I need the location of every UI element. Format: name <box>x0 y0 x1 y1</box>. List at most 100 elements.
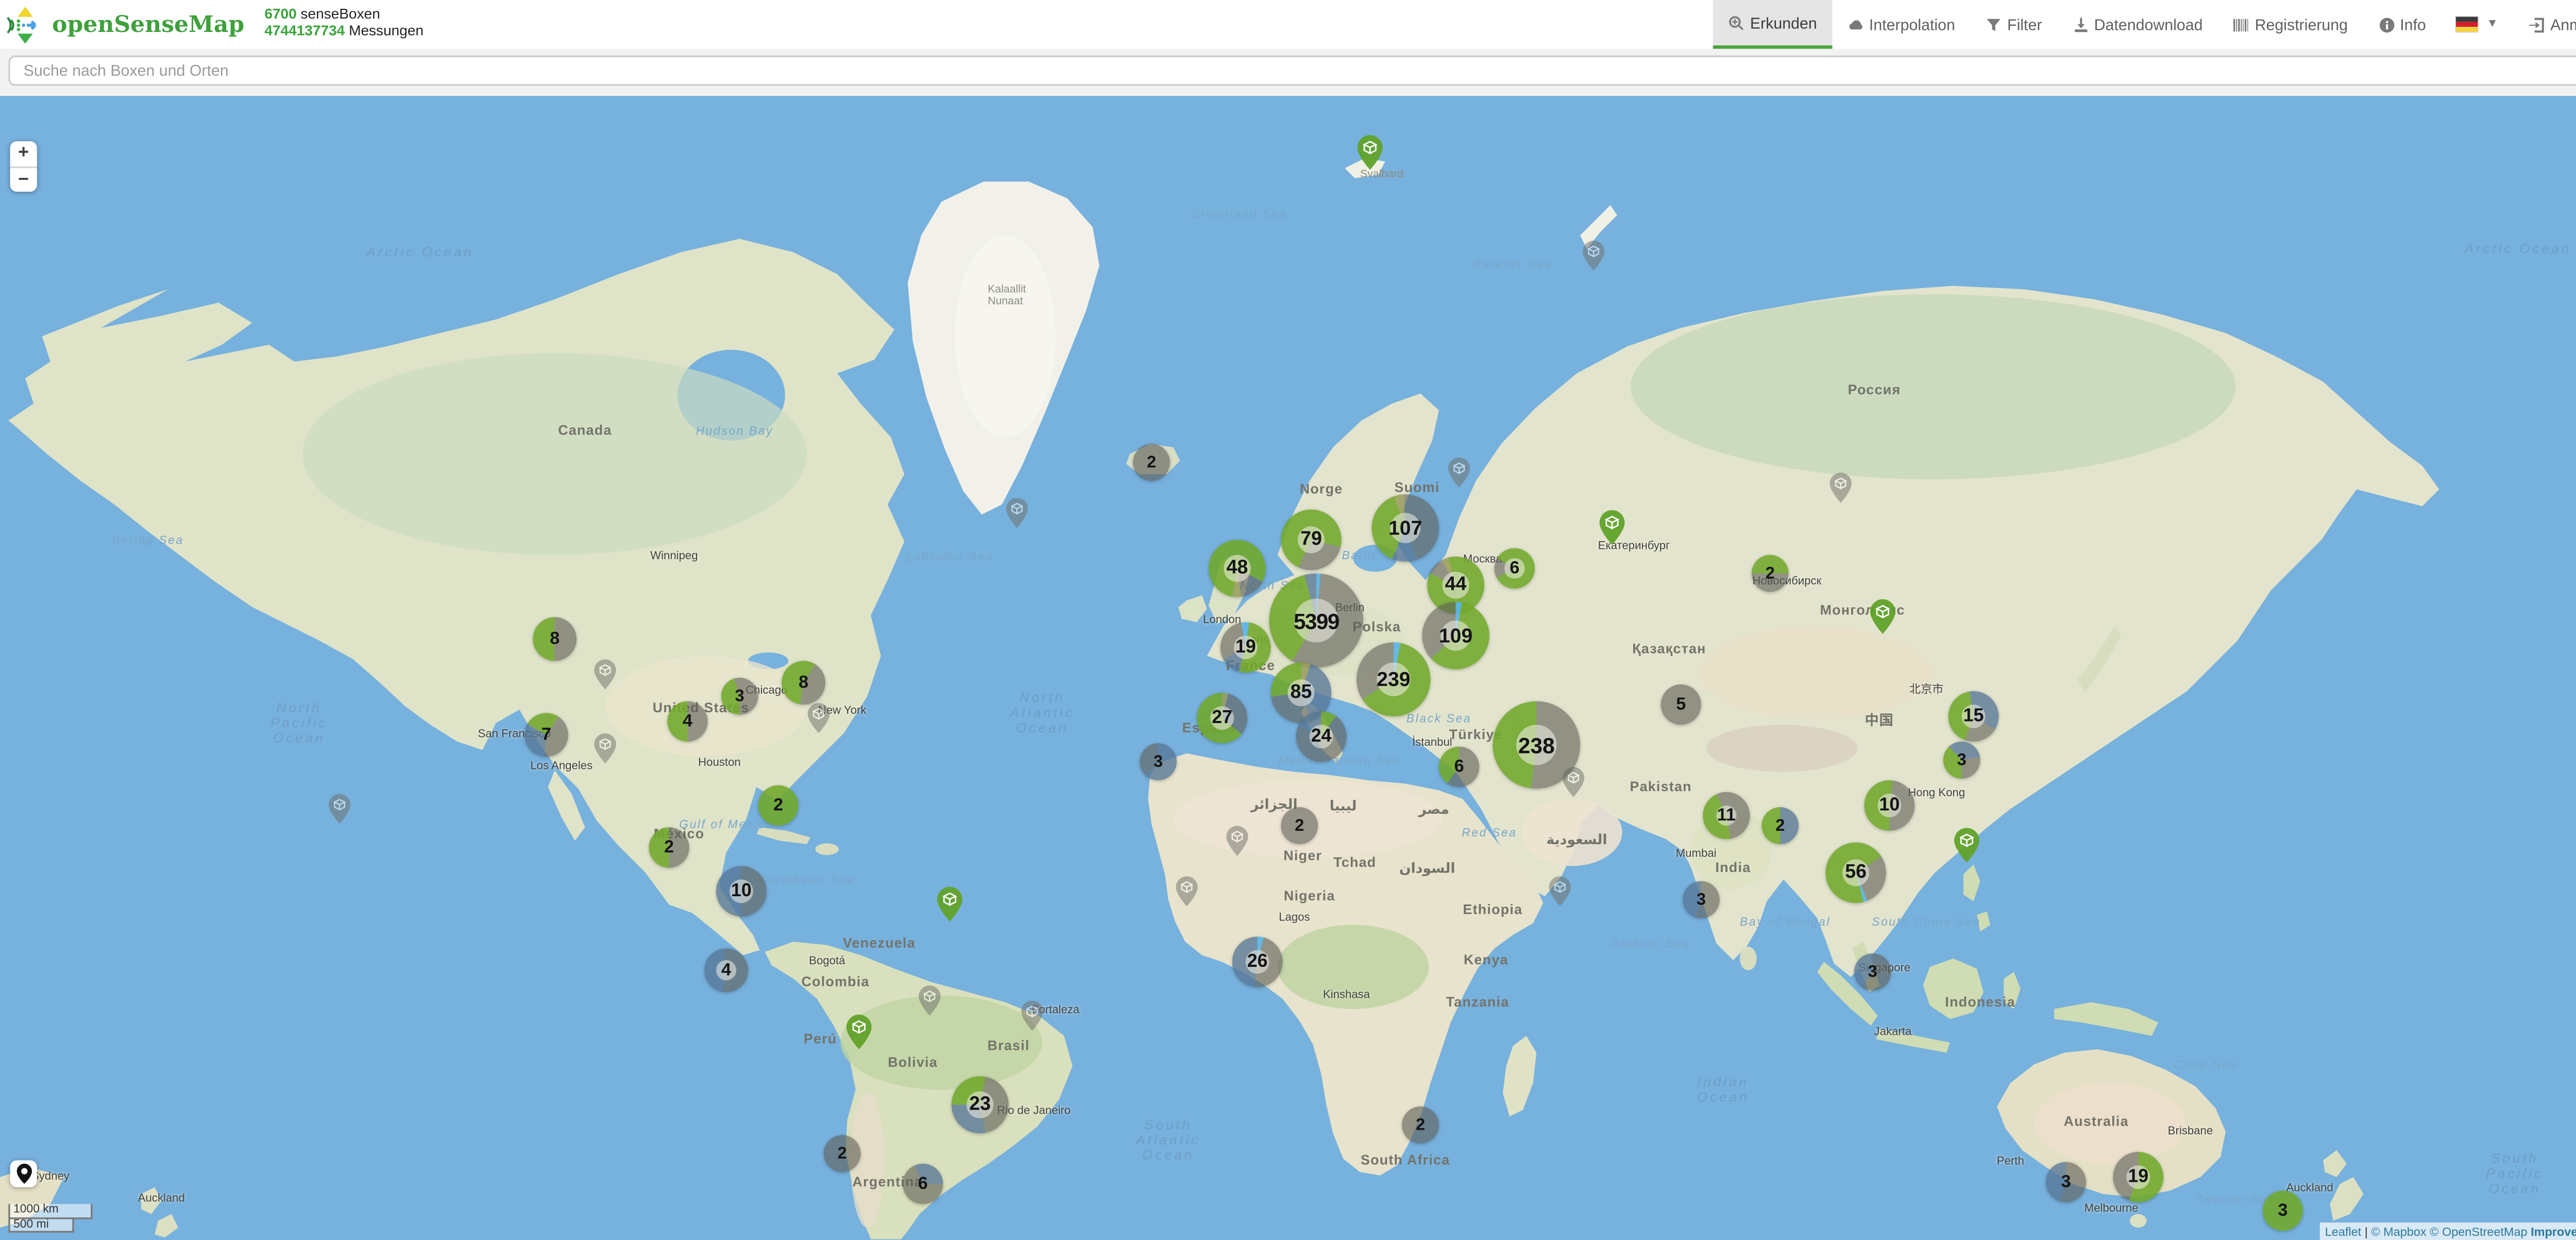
chevron-down-icon: ▼ <box>2486 19 2498 30</box>
barcode-icon <box>2233 16 2250 33</box>
sensebox-pin-gray[interactable] <box>1583 241 1604 279</box>
map-cluster[interactable]: 239 <box>1357 642 1431 716</box>
osm-link[interactable]: © OpenStreetMap <box>2430 1224 2527 1238</box>
sensebox-pin-green[interactable] <box>1954 828 1979 872</box>
nav-item-registrierung[interactable]: Registrierung <box>2218 0 2363 49</box>
nav-item-label: Datendownload <box>2094 16 2203 33</box>
nav-item-datendownload[interactable]: Datendownload <box>2057 0 2218 49</box>
sensebox-pin-gray[interactable] <box>1448 458 1470 496</box>
nav-item-anmelden[interactable]: Anmelden <box>2513 0 2576 49</box>
sensebox-pin-gray[interactable] <box>1226 826 1248 864</box>
map-cluster[interactable]: 238 <box>1493 701 1580 789</box>
map-cluster[interactable]: 3 <box>2263 1191 2303 1231</box>
map-cluster[interactable]: 2 <box>758 785 799 826</box>
map-cluster[interactable]: 2 <box>1281 807 1318 844</box>
cluster-count: 2 <box>664 837 674 858</box>
map-cluster[interactable]: 7 <box>524 713 568 757</box>
sensebox-pin-gray[interactable] <box>594 659 616 698</box>
cluster-count: 2 <box>1147 453 1156 472</box>
map-cluster[interactable]: 79 <box>1281 510 1341 570</box>
map-cluster[interactable]: 10 <box>1864 780 1914 831</box>
map-cluster[interactable]: 10 <box>716 866 767 916</box>
zoom-out-button[interactable]: − <box>10 167 37 192</box>
map-cluster[interactable]: 48 <box>1209 540 1266 597</box>
sensebox-pin-gray[interactable] <box>1176 876 1197 915</box>
scale-km: 1000 km <box>8 1204 92 1219</box>
map-cluster[interactable]: 6 <box>903 1164 943 1204</box>
zoom-in-button[interactable]: + <box>10 141 37 165</box>
sensebox-pin-gray[interactable] <box>1006 498 1028 537</box>
map-cluster[interactable]: 2 <box>824 1135 861 1172</box>
map-cluster[interactable]: 109 <box>1422 602 1489 669</box>
scale-control: 1000 km 500 mi <box>8 1204 92 1232</box>
sensebox-pin-green[interactable] <box>846 1015 872 1059</box>
map-cluster[interactable]: 107 <box>1371 494 1439 562</box>
map-cluster[interactable]: 15 <box>1948 691 1999 742</box>
sensebox-pin-gray[interactable] <box>1830 473 1852 511</box>
nav-item-filter[interactable]: Filter <box>1970 0 2057 49</box>
mapbox-link[interactable]: © Mapbox <box>2371 1224 2426 1238</box>
brand[interactable]: openSenseMap <box>0 0 244 49</box>
nav-item-label: Erkunden <box>1750 14 1817 31</box>
cluster-count: 3 <box>2061 1172 2071 1192</box>
improve-map-link[interactable]: Improve this map <box>2531 1224 2576 1238</box>
map-cluster[interactable]: 23 <box>952 1076 1009 1133</box>
map-cluster[interactable]: 2 <box>649 827 689 867</box>
sensebox-pin-green[interactable] <box>1600 511 1625 554</box>
nav-item-interpolation[interactable]: Interpolation <box>1832 0 1970 49</box>
map-cluster[interactable]: 19 <box>1221 622 1271 673</box>
map-cluster[interactable]: 3 <box>1140 743 1177 780</box>
map-cluster[interactable]: 5 <box>1661 684 1701 725</box>
map-cluster[interactable]: 5399 <box>1269 574 1363 668</box>
leaflet-link[interactable]: Leaflet <box>2325 1224 2361 1238</box>
map-canvas[interactable]: Arctic OceanArctic OceanNorthPacificOcea… <box>0 96 2576 1240</box>
nav-item-label: Filter <box>2007 16 2042 33</box>
sensebox-pin-gray[interactable] <box>919 985 940 1024</box>
map-cluster[interactable]: 8 <box>533 617 577 661</box>
map-cluster[interactable]: 3 <box>1854 953 1891 991</box>
stat-measurements: 4744137734 Messungen <box>264 22 423 40</box>
nav-item-info[interactable]: Info <box>2363 0 2441 49</box>
search-input[interactable] <box>8 56 2576 86</box>
sensebox-pin-green[interactable] <box>937 887 962 931</box>
map-cluster[interactable]: 3 <box>721 678 758 715</box>
map-cluster[interactable]: 27 <box>1197 693 1247 743</box>
map-cluster[interactable]: 3 <box>1943 742 1980 779</box>
sensebox-pin-green[interactable] <box>1358 136 1383 179</box>
cluster-count: 26 <box>1247 952 1268 972</box>
map-cluster[interactable]: 4 <box>667 701 707 742</box>
map-cluster[interactable]: 2 <box>1133 444 1170 481</box>
map-cluster[interactable]: 2 <box>1761 807 1799 844</box>
download-icon <box>2072 16 2089 33</box>
sensebox-pin-gray[interactable] <box>1021 1000 1043 1039</box>
cluster-count: 239 <box>1377 667 1410 691</box>
cluster-count: 19 <box>1235 638 1256 658</box>
sensebox-pin-gray[interactable] <box>1549 876 1571 915</box>
nav-item-erkunden[interactable]: Erkunden <box>1713 0 1832 49</box>
sensebox-pin-gray[interactable] <box>329 794 350 832</box>
sensebox-pin-green[interactable] <box>1870 600 1895 643</box>
map-cluster[interactable]: 6 <box>1495 548 1535 589</box>
map-cluster[interactable]: 2 <box>1752 555 1789 592</box>
nav-item-language[interactable]: ▼ <box>2441 0 2513 49</box>
map-cluster[interactable]: 3 <box>1683 881 1720 918</box>
map-cluster[interactable]: 11 <box>1703 792 1750 839</box>
cluster-count: 11 <box>1717 806 1736 826</box>
sensebox-pin-gray[interactable] <box>808 703 829 742</box>
map-cluster[interactable]: 6 <box>1439 747 1479 787</box>
map-cluster[interactable]: 8 <box>782 661 825 705</box>
search-bar <box>0 49 2576 96</box>
brand-title: openSenseMap <box>52 11 244 38</box>
cluster-count: 44 <box>1445 575 1467 595</box>
map-cluster[interactable]: 26 <box>1232 936 1283 987</box>
sensebox-pin-gray[interactable] <box>594 733 616 772</box>
map-cluster[interactable]: 19 <box>2113 1152 2163 1202</box>
cluster-count: 2 <box>1766 564 1775 583</box>
map-cluster[interactable]: 2 <box>1402 1107 1439 1144</box>
map-cluster[interactable]: 4 <box>704 948 748 992</box>
map-cluster[interactable]: 3 <box>2046 1162 2086 1202</box>
map-cluster[interactable]: 56 <box>1825 843 1886 903</box>
map-cluster[interactable]: 24 <box>1296 711 1347 762</box>
cluster-count: 107 <box>1388 516 1422 540</box>
geolocate-button[interactable] <box>10 1160 37 1187</box>
